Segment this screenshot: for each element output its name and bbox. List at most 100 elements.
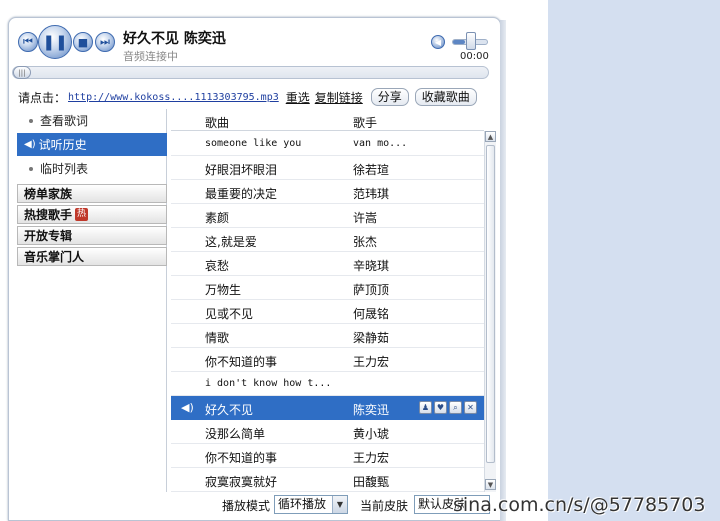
artist-name: 范玮琪 (353, 187, 390, 201)
background-strip (548, 0, 720, 521)
row-actions: ♟ ♥ ⌕ ✕ (419, 401, 477, 414)
link-label: 请点击： (18, 90, 67, 105)
time-display: 00:00 (460, 51, 489, 62)
song-name: 见或不见 (205, 307, 254, 321)
table-row[interactable]: 没那么简单 黄小琥 (171, 420, 484, 444)
artist-name: 梁静茹 (353, 331, 390, 345)
song-name: 素颜 (205, 211, 230, 225)
category-label: 开放专辑 (24, 229, 73, 243)
table-row[interactable]: 哀愁 辛晓琪 (171, 252, 484, 276)
artist-name: van mo... (353, 138, 408, 149)
table-row[interactable]: 万物生 萨顶顶 (171, 276, 484, 300)
song-name: i don't know how t... (205, 378, 332, 389)
table-row[interactable]: 寂寞寂寞就好 田馥甄 (171, 468, 484, 492)
heart-icon[interactable]: ♥ (434, 401, 447, 414)
volume-knob[interactable] (466, 32, 476, 50)
close-icon[interactable]: ✕ (464, 401, 477, 414)
hot-badge: 热 (75, 208, 89, 221)
speaker-icon: ◀) (181, 401, 194, 414)
song-name: 这,就是爱 (205, 235, 257, 249)
song-table: 歌曲 歌手 someone like you van mo... 好眼泪坏眼泪 徐若瑄… (171, 109, 484, 492)
song-name: 好眼泪坏眼泪 (205, 163, 278, 177)
artist-name: 辛晓琪 (353, 259, 390, 273)
previous-icon[interactable]: ⏮ (18, 32, 38, 52)
pause-icon[interactable]: ❚❚ (38, 25, 72, 59)
column-header-artist[interactable]: 歌手 (353, 114, 377, 131)
scroll-down-icon[interactable]: ▼ (485, 479, 496, 490)
song-name: 哀愁 (205, 259, 230, 273)
sidebar: 查看歌词 ◀) 试听历史 临时列表 榜单家族 热搜歌手 热 开放专辑 音乐掌门人 (17, 109, 167, 492)
category-label: 热搜歌手 (24, 208, 73, 222)
song-name: 你不知道的事 (205, 355, 278, 369)
sidebar-item-label: 试听历史 (38, 138, 87, 152)
artist-name: 张杰 (353, 235, 378, 249)
table-row[interactable]: i don't know how t... (171, 372, 484, 396)
artist-name: 萨顶顶 (353, 283, 390, 297)
song-name: 你不知道的事 (205, 451, 278, 465)
sidebar-item-label: 查看歌词 (40, 114, 89, 128)
reselect-button[interactable]: 重选 (286, 89, 310, 106)
play-mode-label: 播放模式 (222, 499, 271, 513)
song-name: 最重要的决定 (205, 187, 278, 201)
link-row: 请点击： http://www.kokoss....1113303795.mp3… (18, 88, 493, 106)
artist-name: 何晟铭 (353, 307, 390, 321)
song-name: 情歌 (205, 331, 230, 345)
now-playing-title: 好久不见 陈奕迅 (123, 31, 226, 47)
volume-icon[interactable]: ◀ (431, 35, 445, 49)
stop-icon[interactable]: ■ (73, 32, 93, 52)
user-icon[interactable]: ♟ (419, 401, 432, 414)
next-icon[interactable]: ⏭ (95, 32, 115, 52)
table-row[interactable]: ◀) 好久不见 陈奕迅 ♟ ♥ ⌕ ✕ (171, 396, 484, 420)
table-row[interactable]: 素颜 许嵩 (171, 204, 484, 228)
bullet-icon (29, 166, 33, 171)
category-charts[interactable]: 榜单家族 (17, 184, 167, 203)
song-name: someone like you (205, 138, 302, 149)
song-name: 寂寞寂寞就好 (205, 475, 278, 489)
category-label: 音乐掌门人 (24, 250, 85, 264)
table-scrollbar[interactable]: ▲ ▼ (484, 131, 496, 492)
category-label: 榜单家族 (24, 187, 73, 201)
category-hot-singers[interactable]: 热搜歌手 热 (17, 205, 167, 224)
song-url-link[interactable]: http://www.kokoss....1113303795.mp3 (68, 92, 279, 103)
bottom-bar: 播放模式 循环播放 ▼ 当前皮肤 默认皮肤 (17, 493, 497, 517)
scroll-thumb[interactable] (486, 145, 495, 463)
artist-name: 陈奕迅 (353, 403, 390, 417)
share-button[interactable]: 分享 (370, 88, 409, 106)
category-open-albums[interactable]: 开放专辑 (17, 226, 167, 245)
table-row[interactable]: 这,就是爱 张杰 (171, 228, 484, 252)
sidebar-item-lyrics[interactable]: 查看歌词 (17, 109, 167, 132)
table-row[interactable]: 你不知道的事 王力宏 (171, 348, 484, 372)
play-mode-select[interactable]: 循环播放 ▼ (274, 495, 348, 514)
scroll-up-icon[interactable]: ▲ (485, 131, 496, 142)
connection-status: 音频连接中 (123, 50, 178, 63)
artist-name: 王力宏 (353, 451, 390, 465)
sidebar-item-label: 临时列表 (40, 162, 89, 176)
table-row[interactable]: 情歌 梁静茹 (171, 324, 484, 348)
skin-label: 当前皮肤 (360, 499, 409, 513)
search-icon[interactable]: ⌕ (449, 401, 462, 414)
volume-fill (453, 40, 465, 44)
artist-name: 徐若瑄 (353, 163, 390, 177)
sidebar-item-temp-list[interactable]: 临时列表 (17, 157, 167, 180)
copy-link-button[interactable]: 复制链接 (315, 89, 363, 106)
table-header: 歌曲 歌手 (171, 109, 484, 131)
table-row[interactable]: someone like you van mo... (171, 132, 484, 156)
category-music-masters[interactable]: 音乐掌门人 (17, 247, 167, 266)
song-name: 万物生 (205, 283, 242, 297)
sidebar-item-history[interactable]: ◀) 试听历史 (17, 133, 167, 156)
table-row[interactable]: 最重要的决定 范玮琪 (171, 180, 484, 204)
song-name: 没那么简单 (205, 427, 266, 441)
artist-name: 许嵩 (353, 211, 378, 225)
play-mode-value: 循环播放 (278, 497, 327, 511)
artist-name: 黄小琥 (353, 427, 390, 441)
watermark: sina.com.cn/s/@57785703 (453, 494, 706, 516)
table-row[interactable]: 好眼泪坏眼泪 徐若瑄 (171, 156, 484, 180)
chevron-down-icon[interactable]: ▼ (332, 496, 347, 513)
progress-knob[interactable]: ||| (13, 66, 31, 79)
table-row[interactable]: 见或不见 何晟铭 (171, 300, 484, 324)
progress-bar[interactable] (12, 66, 489, 79)
song-name: 好久不见 (205, 403, 254, 417)
favorite-song-button[interactable]: 收藏歌曲 (414, 88, 477, 106)
column-header-song[interactable]: 歌曲 (205, 114, 229, 131)
table-row[interactable]: 你不知道的事 王力宏 (171, 444, 484, 468)
